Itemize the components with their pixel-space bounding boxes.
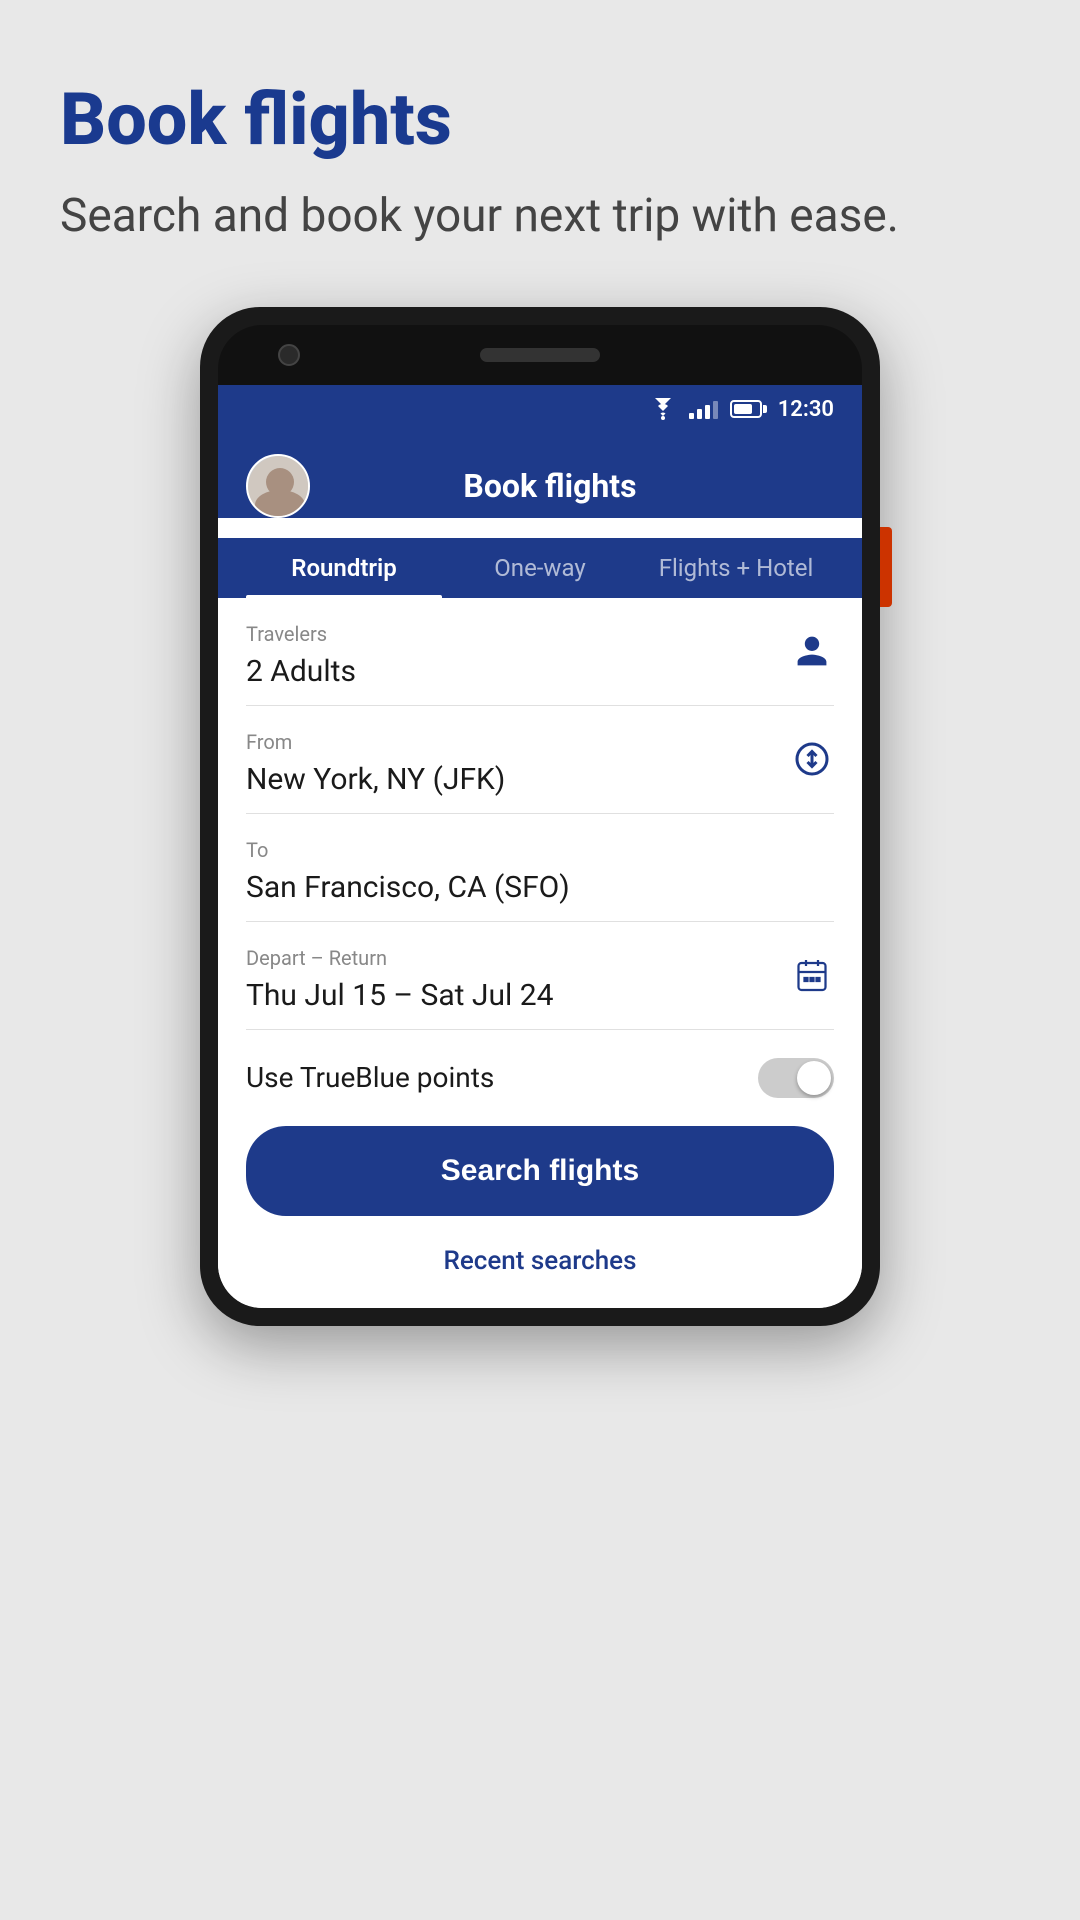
swap-icon[interactable]: [790, 737, 834, 781]
travelers-value: 2 Adults: [246, 654, 834, 689]
phone-speaker: [480, 348, 600, 362]
travelers-label: Travelers: [246, 622, 834, 646]
phone-side-button: [880, 527, 892, 607]
status-bar: 12:30: [218, 385, 862, 434]
page-subtitle: Search and book your next trip with ease…: [60, 187, 1020, 247]
dates-value: Thu Jul 15 – Sat Jul 24: [246, 978, 834, 1013]
form-area: Travelers 2 Adults From New York, NY (JF…: [218, 598, 862, 1308]
tab-one-way[interactable]: One-way: [442, 538, 638, 598]
trueblue-row: Use TrueBlue points: [246, 1030, 834, 1126]
recent-searches-container: Recent searches: [246, 1236, 834, 1308]
dates-label: Depart – Return: [246, 946, 834, 970]
phone-screen: 12:30 Book flights Roundtrip One-way: [218, 385, 862, 1308]
avatar[interactable]: [246, 454, 310, 518]
trueblue-label: Use TrueBlue points: [246, 1061, 494, 1094]
phone-notch: [218, 325, 862, 385]
battery-icon: [730, 400, 762, 418]
page-title: Book flights: [60, 80, 1020, 159]
status-icons: 12:30: [649, 397, 834, 422]
to-label: To: [246, 838, 834, 862]
to-value: San Francisco, CA (SFO): [246, 870, 834, 905]
app-header: Book flights: [218, 434, 862, 518]
to-field[interactable]: To San Francisco, CA (SFO): [246, 814, 834, 922]
dates-field[interactable]: Depart – Return Thu Jul 15 – Sat Jul 24: [246, 922, 834, 1030]
recent-searches-link[interactable]: Recent searches: [444, 1246, 637, 1276]
calendar-icon[interactable]: [790, 953, 834, 997]
tab-roundtrip[interactable]: Roundtrip: [246, 538, 442, 598]
trueblue-toggle[interactable]: [758, 1058, 834, 1098]
phone-camera: [278, 344, 300, 366]
tab-flights-hotel[interactable]: Flights + Hotel: [638, 538, 834, 598]
wifi-icon: [649, 398, 677, 420]
travelers-field[interactable]: Travelers 2 Adults: [246, 598, 834, 706]
avatar-image: [248, 456, 310, 518]
header-title: Book flights: [330, 467, 770, 505]
status-time: 12:30: [778, 397, 834, 422]
signal-icon: [689, 399, 718, 419]
tab-bar: Roundtrip One-way Flights + Hotel: [218, 538, 862, 598]
travelers-icon: [790, 629, 834, 673]
page-container: Book flights Search and book your next t…: [0, 0, 1080, 1920]
from-label: From: [246, 730, 834, 754]
search-flights-button[interactable]: Search flights: [246, 1126, 834, 1216]
toggle-knob: [797, 1061, 831, 1095]
phone-mockup: 12:30 Book flights Roundtrip One-way: [200, 307, 880, 1326]
from-field[interactable]: From New York, NY (JFK): [246, 706, 834, 814]
from-value: New York, NY (JFK): [246, 762, 834, 797]
